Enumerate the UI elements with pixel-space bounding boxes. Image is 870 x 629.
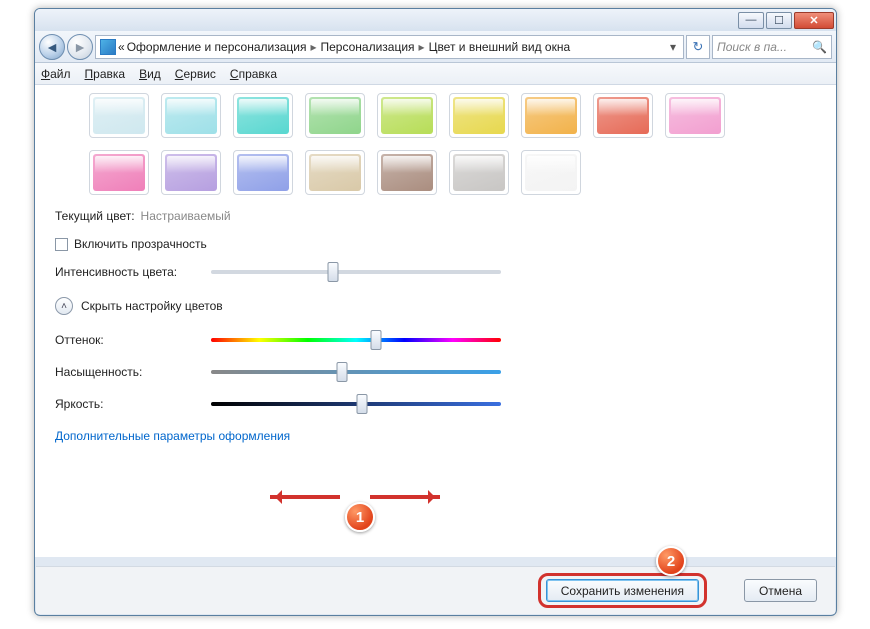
search-icon[interactable]: 🔍 (812, 40, 827, 54)
chevron-right-icon: ▸ (417, 40, 427, 54)
hue-slider[interactable] (211, 338, 501, 342)
search-input[interactable]: Поиск в па... 🔍 (712, 35, 832, 59)
toggle-label[interactable]: Скрыть настройку цветов (81, 299, 223, 313)
refresh-button[interactable]: ↻ (686, 35, 710, 59)
breadcrumb-item[interactable]: Оформление и персонализация (127, 40, 307, 54)
callout-badge-1: 1 (345, 502, 375, 532)
window-frame: ― ☐ ✕ ◄ ► « Оформление и персонализация … (34, 8, 837, 616)
menu-edit[interactable]: Правка (85, 67, 126, 81)
menubar: Файл Правка Вид Сервис Справка (35, 63, 836, 85)
back-button[interactable]: ◄ (39, 34, 65, 60)
color-swatch[interactable] (233, 150, 293, 195)
footer: Сохранить изменения Отмена (36, 566, 835, 614)
menu-file[interactable]: Файл (41, 67, 71, 81)
chevron-right-icon: ▸ (308, 40, 318, 54)
color-swatch[interactable] (305, 93, 365, 138)
color-swatch[interactable] (449, 93, 509, 138)
current-color-value: Настраиваемый (141, 209, 231, 223)
control-panel-icon (100, 39, 116, 55)
breadcrumb-dropdown-icon[interactable]: ▾ (667, 40, 679, 54)
menu-service[interactable]: Сервис (175, 67, 216, 81)
minimize-button[interactable]: ― (738, 12, 764, 29)
color-swatch[interactable] (377, 93, 437, 138)
search-placeholder: Поиск в па... (717, 40, 787, 54)
color-swatch[interactable] (161, 150, 221, 195)
cancel-button[interactable]: Отмена (744, 579, 817, 602)
breadcrumb-prefix: « (118, 40, 125, 54)
color-swatch[interactable] (89, 93, 149, 138)
brightness-slider[interactable] (211, 402, 501, 406)
advanced-appearance-link[interactable]: Дополнительные параметры оформления (55, 429, 290, 443)
hue-label: Оттенок: (55, 333, 205, 347)
saturation-label: Насыщенность: (55, 365, 205, 379)
transparency-label: Включить прозрачность (74, 237, 207, 251)
intensity-label: Интенсивность цвета: (55, 265, 205, 279)
close-button[interactable]: ✕ (794, 12, 834, 29)
saturation-slider[interactable] (211, 370, 501, 374)
save-button[interactable]: Сохранить изменения (546, 579, 699, 602)
color-swatch[interactable] (233, 93, 293, 138)
titlebar: ― ☐ ✕ (35, 9, 836, 31)
breadcrumb[interactable]: « Оформление и персонализация ▸ Персонал… (95, 35, 684, 59)
intensity-slider[interactable] (211, 270, 501, 274)
color-swatch[interactable] (89, 150, 149, 195)
color-swatch[interactable] (521, 93, 581, 138)
arrow-left-icon (270, 495, 340, 499)
breadcrumb-item[interactable]: Персонализация (320, 40, 414, 54)
current-color-label: Текущий цвет: (55, 209, 135, 223)
content-area: Текущий цвет: Настраиваемый Включить про… (35, 85, 836, 557)
callout-highlight: Сохранить изменения (538, 573, 707, 608)
maximize-button[interactable]: ☐ (766, 12, 792, 29)
brightness-label: Яркость: (55, 397, 205, 411)
menu-view[interactable]: Вид (139, 67, 161, 81)
color-swatch[interactable] (305, 150, 365, 195)
menu-help[interactable]: Справка (230, 67, 277, 81)
color-swatch[interactable] (593, 93, 653, 138)
collapse-toggle[interactable]: ˄ (55, 297, 73, 315)
color-swatch[interactable] (665, 93, 725, 138)
callout-badge-2: 2 (656, 546, 686, 576)
color-swatch[interactable] (521, 150, 581, 195)
arrow-right-icon (370, 495, 440, 499)
breadcrumb-item[interactable]: Цвет и внешний вид окна (429, 40, 571, 54)
transparency-checkbox[interactable] (55, 238, 68, 251)
color-swatch[interactable] (449, 150, 509, 195)
color-swatch[interactable] (377, 150, 437, 195)
forward-button[interactable]: ► (67, 34, 93, 60)
color-swatch-grid (89, 93, 769, 195)
navbar: ◄ ► « Оформление и персонализация ▸ Перс… (35, 31, 836, 63)
color-swatch[interactable] (161, 93, 221, 138)
